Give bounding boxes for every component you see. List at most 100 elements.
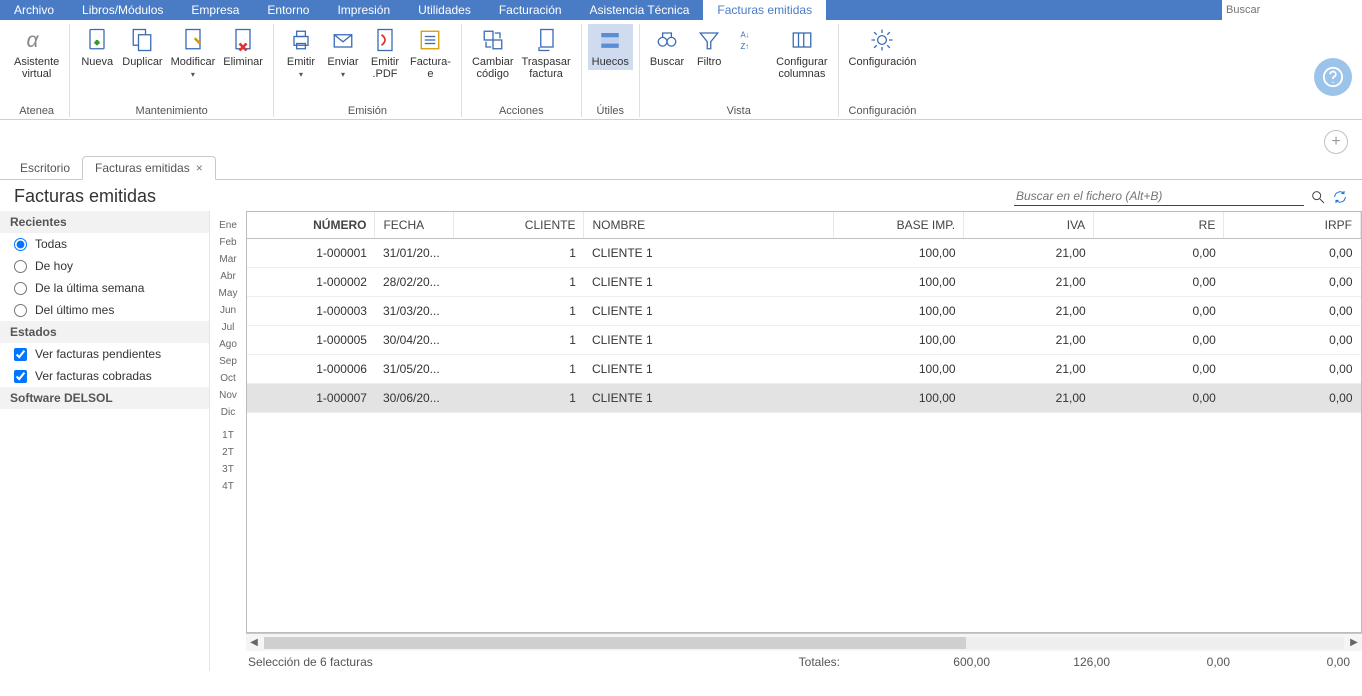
- close-tab-icon[interactable]: ×: [196, 161, 203, 175]
- menu-empresa[interactable]: Empresa: [177, 0, 253, 20]
- search-icon[interactable]: [1310, 189, 1326, 205]
- ribbon-emitir-button[interactable]: Emitir▾: [280, 24, 322, 82]
- sidebar-opt-todas[interactable]: Todas: [0, 233, 209, 255]
- table-row[interactable]: 1-00000530/04/20...1CLIENTE 1100,0021,00…: [247, 326, 1361, 355]
- cell: 21,00: [964, 355, 1094, 384]
- add-panel-button[interactable]: +: [1324, 130, 1348, 154]
- cell: 100,00: [833, 384, 963, 413]
- file-search-input[interactable]: [1014, 187, 1304, 206]
- month-list: EneFebMarAbrMayJunJulAgoSepOctNovDic 1T2T…: [210, 211, 246, 671]
- menu-facturaci-n[interactable]: Facturación: [485, 0, 576, 20]
- menu-asistencia-t-cnica[interactable]: Asistencia Técnica: [576, 0, 704, 20]
- main-area: RecientesTodasDe hoyDe la última semanaD…: [0, 211, 1362, 671]
- ribbon-enviar-button[interactable]: Enviar▾: [322, 24, 364, 82]
- menu-facturas-emitidas[interactable]: Facturas emitidas: [703, 0, 826, 20]
- month-jul[interactable]: Jul: [210, 319, 246, 336]
- global-search-input[interactable]: [1222, 0, 1362, 20]
- month-oct[interactable]: Oct: [210, 370, 246, 387]
- month-1t[interactable]: 1T: [210, 427, 246, 444]
- ribbon-configurar-columnas-button[interactable]: Configurarcolumnas: [772, 24, 831, 82]
- cell: CLIENTE 1: [584, 297, 833, 326]
- col-base-imp-[interactable]: BASE IMP.: [833, 212, 963, 239]
- cell: 0,00: [1224, 268, 1361, 297]
- col-irpf[interactable]: IRPF: [1224, 212, 1361, 239]
- cell: 1-000003: [247, 297, 375, 326]
- sidebar-opt-del-ltimo-mes[interactable]: Del último mes: [0, 299, 209, 321]
- month-2t[interactable]: 2T: [210, 444, 246, 461]
- month-3t[interactable]: 3T: [210, 461, 246, 478]
- refresh-icon[interactable]: [1332, 189, 1348, 205]
- sidebar-cat: Software DELSOL: [0, 387, 209, 409]
- menu-libros-m-dulos[interactable]: Libros/Módulos: [68, 0, 177, 20]
- table-row[interactable]: 1-00000228/02/20...1CLIENTE 1100,0021,00…: [247, 268, 1361, 297]
- table-row[interactable]: 1-00000730/06/20...1CLIENTE 1100,0021,00…: [247, 384, 1361, 413]
- ribbon-group-label: Acciones: [499, 103, 544, 117]
- month-dic[interactable]: Dic: [210, 404, 246, 421]
- help-icon[interactable]: [1314, 58, 1352, 96]
- cell: 30/06/20...: [375, 384, 454, 413]
- ribbon-emitir-pdf-button[interactable]: Emitir.PDF: [364, 24, 406, 82]
- ribbon-factura-e-button[interactable]: Factura-e: [406, 24, 455, 82]
- ribbon-eliminar-button[interactable]: Eliminar: [219, 24, 267, 70]
- doctab-escritorio[interactable]: Escritorio: [8, 157, 82, 179]
- table-row[interactable]: 1-00000131/01/20...1CLIENTE 1100,0021,00…: [247, 239, 1361, 268]
- cell: 100,00: [833, 355, 963, 384]
- month-may[interactable]: May: [210, 285, 246, 302]
- total-irpf: 0,00: [1230, 655, 1350, 669]
- ribbon-duplicar-button[interactable]: Duplicar: [118, 24, 166, 70]
- month-4t[interactable]: 4T: [210, 478, 246, 495]
- ribbon-cambiar-c-digo-button[interactable]: Cambiarcódigo: [468, 24, 518, 82]
- doctab-facturas-emitidas[interactable]: Facturas emitidas×: [82, 156, 216, 180]
- horizontal-scrollbar[interactable]: ◀▶: [246, 633, 1362, 651]
- table-row[interactable]: 1-00000631/05/20...1CLIENTE 1100,0021,00…: [247, 355, 1361, 384]
- col-iva[interactable]: IVA: [964, 212, 1094, 239]
- month-abr[interactable]: Abr: [210, 268, 246, 285]
- month-ene[interactable]: Ene: [210, 217, 246, 234]
- cell: 21,00: [964, 268, 1094, 297]
- ribbon-sort-button[interactable]: A↓Z↑: [730, 24, 772, 58]
- ribbon-group-label: Atenea: [19, 103, 54, 117]
- ribbon-group-label: Emisión: [348, 103, 387, 117]
- menu-entorno[interactable]: Entorno: [253, 0, 323, 20]
- cell: 0,00: [1094, 384, 1224, 413]
- ribbon-modificar-button[interactable]: Modificar▾: [167, 24, 220, 82]
- sidebar-opt-ver-facturas-cobradas[interactable]: Ver facturas cobradas: [0, 365, 209, 387]
- month-mar[interactable]: Mar: [210, 251, 246, 268]
- menu-archivo[interactable]: Archivo: [0, 0, 68, 20]
- month-feb[interactable]: Feb: [210, 234, 246, 251]
- month-jun[interactable]: Jun: [210, 302, 246, 319]
- data-grid[interactable]: NÚMEROFECHACLIENTENOMBREBASE IMP.IVAREIR…: [246, 211, 1362, 633]
- cell: 0,00: [1094, 268, 1224, 297]
- ribbon-asistente-virtual-button[interactable]: αAsistentevirtual: [10, 24, 63, 82]
- sidebar-opt-de-la-ltima-semana[interactable]: De la última semana: [0, 277, 209, 299]
- cell: 1: [454, 384, 584, 413]
- month-sep[interactable]: Sep: [210, 353, 246, 370]
- cell: 0,00: [1224, 355, 1361, 384]
- sidebar-opt-de-hoy[interactable]: De hoy: [0, 255, 209, 277]
- sidebar-opt-ver-facturas-pendientes[interactable]: Ver facturas pendientes: [0, 343, 209, 365]
- cell: 0,00: [1224, 297, 1361, 326]
- ribbon-filtro-button[interactable]: Filtro: [688, 24, 730, 70]
- col-n-mero[interactable]: NÚMERO: [247, 212, 375, 239]
- ribbon-traspasar-factura-button[interactable]: Traspasarfactura: [518, 24, 575, 82]
- col-cliente[interactable]: CLIENTE: [454, 212, 584, 239]
- ribbon-buscar-button[interactable]: Buscar: [646, 24, 688, 70]
- cell: CLIENTE 1: [584, 239, 833, 268]
- sidebar: RecientesTodasDe hoyDe la última semanaD…: [0, 211, 210, 671]
- table-row[interactable]: 1-00000331/03/20...1CLIENTE 1100,0021,00…: [247, 297, 1361, 326]
- sidebar-cat: Recientes: [0, 211, 209, 233]
- page-title: Facturas emitidas: [14, 186, 156, 207]
- cell: CLIENTE 1: [584, 326, 833, 355]
- month-ago[interactable]: Ago: [210, 336, 246, 353]
- cell: 1-000002: [247, 268, 375, 297]
- ribbon-nueva-button[interactable]: Nueva: [76, 24, 118, 70]
- ribbon-configuraci-n-button[interactable]: Configuración: [845, 24, 921, 70]
- col-fecha[interactable]: FECHA: [375, 212, 454, 239]
- col-re[interactable]: RE: [1094, 212, 1224, 239]
- menu-impresi-n[interactable]: Impresión: [323, 0, 404, 20]
- ribbon-huecos-button[interactable]: Huecos: [588, 24, 633, 70]
- menu-utilidades[interactable]: Utilidades: [404, 0, 485, 20]
- month-nov[interactable]: Nov: [210, 387, 246, 404]
- ribbon-group-label: Útiles: [597, 103, 625, 117]
- col-nombre[interactable]: NOMBRE: [584, 212, 833, 239]
